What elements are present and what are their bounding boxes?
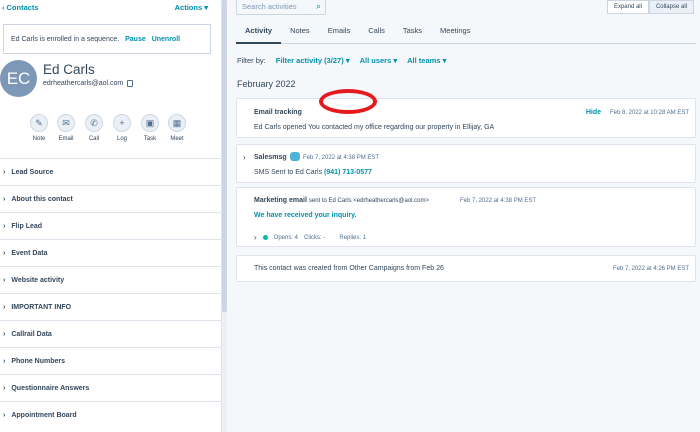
section-about-contact[interactable]: › About this contact: [0, 185, 221, 212]
chevron-right-icon: ›: [3, 249, 6, 257]
card-body: Ed Carls opened You contacted my office …: [254, 124, 495, 131]
card-body: This contact was created from Other Camp…: [254, 265, 444, 272]
email-stats: › Opens: 4 Clicks: - Replies: 1: [254, 233, 366, 242]
contact-email: edrheathercarls@aol.com: [43, 80, 134, 87]
meet-button[interactable]: ▦ Meet: [164, 114, 190, 142]
sidebar-scrollbar-thumb[interactable]: [222, 0, 227, 312]
card-date: Feb 7, 2022 at 4:26 PM EST: [612, 266, 689, 272]
caret-down-icon: ▾: [442, 56, 447, 65]
card-date: Feb 7, 2022 at 4:38 PM EST: [460, 198, 537, 204]
tab-meetings[interactable]: Meetings: [431, 22, 479, 44]
card-title: Email tracking: [254, 109, 302, 116]
tab-tasks[interactable]: Tasks: [394, 22, 431, 44]
chevron-right-icon: ›: [3, 357, 6, 365]
tab-notes[interactable]: Notes: [281, 22, 319, 44]
avatar: EC: [0, 60, 37, 97]
caret-down-icon: ▾: [393, 56, 398, 65]
salesmsg-logo-icon: [290, 152, 300, 161]
expand-collapse-group: Expand all Collapse all: [606, 0, 694, 14]
filter-activity-dropdown[interactable]: Filter activity (3/27) ▾: [276, 56, 350, 65]
chevron-right-icon: ›: [3, 411, 6, 419]
section-website-activity[interactable]: › Website activity: [0, 266, 221, 293]
chevron-right-icon: ›: [3, 195, 6, 203]
activity-tabs: Activity Notes Emails Calls Tasks Meetin…: [236, 22, 696, 44]
card-title: Salesmsg: [254, 154, 287, 161]
email-headline-link[interactable]: We have received your inquiry.: [254, 212, 356, 219]
pencil-icon: ✎: [30, 114, 48, 132]
email-tracking-card[interactable]: Email tracking Hide Feb 8, 2022 at 10:28…: [236, 98, 696, 138]
replies-count: Replies: 1: [339, 234, 367, 241]
phone-link[interactable]: (941) 713-0577: [324, 169, 372, 176]
card-date: Feb 7, 2022 at 4:38 PM EST: [303, 155, 380, 161]
sidebar-header: ‹ Contacts Actions ▾: [0, 2, 221, 16]
card-date: Feb 8, 2022 at 10:28 AM EST: [609, 110, 689, 116]
call-button[interactable]: ✆ Call: [81, 114, 107, 142]
filter-by-label: Filter by:: [237, 56, 266, 65]
section-flip-lead[interactable]: › Flip Lead: [0, 212, 221, 239]
sequence-banner: Ed Carls is enrolled in a sequence. Paus…: [3, 24, 211, 54]
tab-activity[interactable]: Activity: [236, 22, 282, 44]
salesmsg-card[interactable]: › Salesmsg Feb 7, 2022 at 4:38 PM EST SM…: [236, 144, 696, 183]
section-important-info[interactable]: › IMPORTANT INFO: [0, 293, 221, 320]
status-dot-icon: [262, 235, 268, 240]
calendar-icon: ▦: [168, 114, 186, 132]
marketing-email-card[interactable]: Marketing email sent to Ed Carls <edrhea…: [236, 187, 696, 247]
filter-users-dropdown[interactable]: All users ▾: [360, 56, 398, 65]
section-appointment-board[interactable]: › Appointment Board: [0, 401, 221, 428]
actions-dropdown[interactable]: Actions ▾: [175, 3, 208, 12]
filter-bar: Filter by: Filter activity (3/27) ▾ All …: [237, 56, 446, 65]
section-questionnaire-answers[interactable]: › Questionnaire Answers: [0, 374, 221, 401]
caret-down-icon: ▾: [204, 3, 208, 12]
section-callrail-data[interactable]: › Callrail Data: [0, 320, 221, 347]
chevron-right-icon: ›: [3, 384, 6, 392]
chevron-left-icon: ‹: [2, 3, 5, 12]
month-heading: February 2022: [237, 79, 296, 89]
collapse-all-button[interactable]: Collapse all: [648, 0, 694, 14]
chevron-right-icon[interactable]: ›: [254, 233, 257, 242]
copy-icon[interactable]: [127, 80, 134, 87]
search-icon[interactable]: ⌕: [316, 1, 321, 12]
filter-teams-dropdown[interactable]: All teams ▾: [407, 56, 446, 65]
expand-all-button[interactable]: Expand all: [606, 0, 649, 14]
caret-down-icon: ▾: [345, 56, 350, 65]
card-title-row: Marketing email sent to Ed Carls <edrhea…: [254, 197, 430, 204]
pause-sequence-link[interactable]: Pause: [125, 36, 146, 43]
task-icon: ▣: [141, 114, 159, 132]
chevron-right-icon: ›: [3, 222, 6, 230]
section-lead-source[interactable]: › Lead Source: [0, 158, 221, 185]
chevron-right-icon: ›: [3, 303, 6, 311]
section-event-data[interactable]: › Event Data: [0, 239, 221, 266]
activity-panel: Search activities ⌕ Expand all Collapse …: [228, 0, 700, 432]
chevron-right-icon: ›: [3, 330, 6, 338]
contact-sidebar: ‹ Contacts Actions ▾ Ed Carls is enrolle…: [0, 0, 222, 432]
clicks-count: Clicks: -: [304, 234, 326, 241]
plus-icon: +: [113, 114, 131, 132]
contact-created-card[interactable]: This contact was created from Other Camp…: [236, 255, 696, 282]
hide-link[interactable]: Hide: [586, 109, 601, 116]
chevron-right-icon: ›: [3, 276, 6, 284]
chevron-right-icon[interactable]: ›: [243, 153, 246, 162]
back-to-contacts-link[interactable]: ‹ Contacts: [2, 3, 39, 12]
email-button[interactable]: ✉ Email: [53, 114, 79, 142]
search-activities-input[interactable]: Search activities ⌕: [236, 0, 326, 15]
log-button[interactable]: + Log: [109, 114, 135, 142]
tab-emails[interactable]: Emails: [319, 22, 360, 44]
envelope-icon: ✉: [57, 114, 75, 132]
task-button[interactable]: ▣ Task: [137, 114, 163, 142]
card-body: SMS Sent to Ed Carls (941) 713-0577: [254, 169, 372, 176]
unenroll-link[interactable]: Unenroll: [152, 36, 180, 43]
contact-name: Ed Carls: [43, 62, 95, 77]
note-button[interactable]: ✎ Note: [26, 114, 52, 142]
chevron-right-icon: ›: [3, 168, 6, 176]
highlight-ring: [319, 89, 377, 114]
tab-calls[interactable]: Calls: [359, 22, 394, 44]
opens-count: Opens: 4: [273, 234, 299, 241]
phone-icon: ✆: [85, 114, 103, 132]
section-phone-numbers[interactable]: › Phone Numbers: [0, 347, 221, 374]
